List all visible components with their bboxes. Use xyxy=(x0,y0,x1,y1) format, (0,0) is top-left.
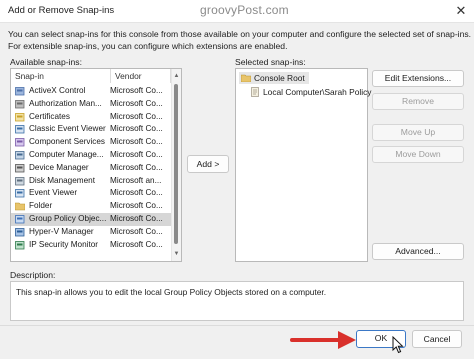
list-item[interactable]: Classic Event Viewer Microsoft Co... xyxy=(11,123,171,136)
description-label: Description: xyxy=(10,270,56,280)
snapin-vendor: Microsoft Co... xyxy=(110,111,163,121)
annotation-arrow-icon xyxy=(290,331,356,349)
ip-security-icon xyxy=(15,240,25,249)
snapin-name: Group Policy Objec... xyxy=(29,214,107,223)
snapin-name: Folder xyxy=(29,201,53,211)
device-manager-icon xyxy=(15,163,25,173)
list-item[interactable]: Disk Management Microsoft an... xyxy=(11,175,171,188)
watermark: groovyPost.com xyxy=(200,3,289,17)
snapin-vendor: Microsoft Co... xyxy=(110,162,163,172)
snapin-vendor: Microsoft Co... xyxy=(110,188,163,198)
folder-icon xyxy=(241,74,251,82)
window-title: Add or Remove Snap-ins xyxy=(8,5,115,16)
snapin-name: Authorization Man... xyxy=(29,98,102,108)
description-text: This snap-in allows you to edit the loca… xyxy=(16,287,327,297)
snapin-vendor: Microsoft Co... xyxy=(110,124,163,134)
description-box: This snap-in allows you to edit the loca… xyxy=(10,281,464,321)
tree-item-label: Console Root xyxy=(254,73,305,83)
snapin-vendor: Microsoft Co... xyxy=(110,86,163,95)
scroll-thumb[interactable] xyxy=(174,84,178,244)
snapin-name: ActiveX Control xyxy=(29,86,86,95)
snapin-name: Disk Management xyxy=(29,175,95,185)
remove-button[interactable]: Remove xyxy=(372,93,464,110)
available-snapins-label: Available snap-ins: xyxy=(10,57,82,67)
list-item[interactable]: Hyper-V Manager Microsoft Co... xyxy=(11,226,171,239)
computer-management-icon xyxy=(15,151,25,160)
snapin-vendor: Microsoft Co... xyxy=(110,137,163,147)
list-item[interactable]: ActiveX Control Microsoft Co... xyxy=(11,85,171,98)
title-bar: Add or Remove Snap-ins groovyPost.com ✕ xyxy=(0,0,474,23)
event-viewer-icon xyxy=(15,125,25,134)
snapin-vendor: Microsoft Co... xyxy=(110,226,163,236)
snapin-vendor: Microsoft Co... xyxy=(110,239,163,249)
snapin-vendor: Microsoft Co... xyxy=(110,98,163,108)
snapin-name: Classic Event Viewer xyxy=(29,124,106,134)
snapin-name: Component Services xyxy=(29,137,105,147)
component-services-icon xyxy=(15,138,25,147)
snapin-name: Computer Manage... xyxy=(29,150,104,159)
advanced-button[interactable]: Advanced... xyxy=(372,243,464,260)
tree-item-label: Local Computer\Sarah Policy xyxy=(263,87,372,97)
snapin-vendor: Microsoft Co... xyxy=(110,201,163,211)
snapin-name: Event Viewer xyxy=(29,188,78,198)
scroll-down-icon[interactable]: ▼ xyxy=(172,249,181,259)
tree-item-console-root[interactable]: Console Root xyxy=(239,72,309,84)
selected-snapins-tree[interactable]: Console Root Local Computer\Sarah Policy xyxy=(235,68,371,262)
selected-snapins-label: Selected snap-ins: xyxy=(235,57,306,67)
list-scrollbar[interactable]: ▲ ▼ xyxy=(171,69,181,261)
edit-extensions-button[interactable]: Edit Extensions... xyxy=(372,70,464,87)
hyperv-icon xyxy=(15,227,25,237)
mouse-cursor-icon xyxy=(392,336,404,354)
move-down-button[interactable]: Move Down xyxy=(372,146,464,163)
snapin-vendor: Microsoft Co... xyxy=(110,150,163,159)
snapin-name: Hyper-V Manager xyxy=(29,226,94,236)
snapin-name: Device Manager xyxy=(29,162,89,172)
list-item[interactable]: Certificates Microsoft Co... xyxy=(11,111,171,124)
snapin-vendor: Microsoft Co... xyxy=(110,214,163,223)
column-header-vendor[interactable]: Vendor xyxy=(111,69,171,83)
snapin-vendor: Microsoft an... xyxy=(110,175,162,185)
close-icon[interactable]: ✕ xyxy=(452,2,470,20)
list-item[interactable]: Folder Microsoft Co... xyxy=(11,200,171,213)
column-header-snapin[interactable]: Snap-in xyxy=(11,69,111,83)
list-item[interactable]: Component Services Microsoft Co... xyxy=(11,136,171,149)
add-button[interactable]: Add > xyxy=(187,155,229,173)
snapin-name: Certificates xyxy=(29,111,70,121)
folder-icon xyxy=(15,202,25,211)
footer-divider xyxy=(0,325,474,326)
list-item[interactable]: IP Security Monitor Microsoft Co... xyxy=(11,239,171,252)
disk-icon xyxy=(15,176,25,185)
policy-icon xyxy=(251,87,259,97)
list-item[interactable]: Event Viewer Microsoft Co... xyxy=(11,187,171,200)
authorization-icon xyxy=(15,99,25,109)
intro-line-1: You can select snap-ins for this console… xyxy=(8,29,472,39)
available-snapins-list[interactable]: Snap-in Vendor ActiveX Control Microsoft … xyxy=(10,68,182,262)
activex-icon xyxy=(15,87,25,96)
group-policy-icon xyxy=(15,215,25,224)
event-viewer-icon xyxy=(15,189,25,198)
list-item[interactable]: Device Manager Microsoft Co... xyxy=(11,162,171,175)
snapin-name: IP Security Monitor xyxy=(29,239,99,249)
list-item[interactable]: Group Policy Objec... Microsoft Co... xyxy=(11,213,171,226)
scroll-up-icon[interactable]: ▲ xyxy=(172,71,181,81)
list-item[interactable]: Computer Manage... Microsoft Co... xyxy=(11,149,171,162)
cancel-button[interactable]: Cancel xyxy=(412,330,462,348)
certificate-icon xyxy=(15,112,25,121)
move-up-button[interactable]: Move Up xyxy=(372,124,464,141)
tree-item-local-computer-policy[interactable]: Local Computer\Sarah Policy xyxy=(249,86,371,98)
intro-line-2: For extensible snap-ins, you can configu… xyxy=(8,41,288,51)
list-item[interactable]: Authorization Man... Microsoft Co... xyxy=(11,98,171,111)
